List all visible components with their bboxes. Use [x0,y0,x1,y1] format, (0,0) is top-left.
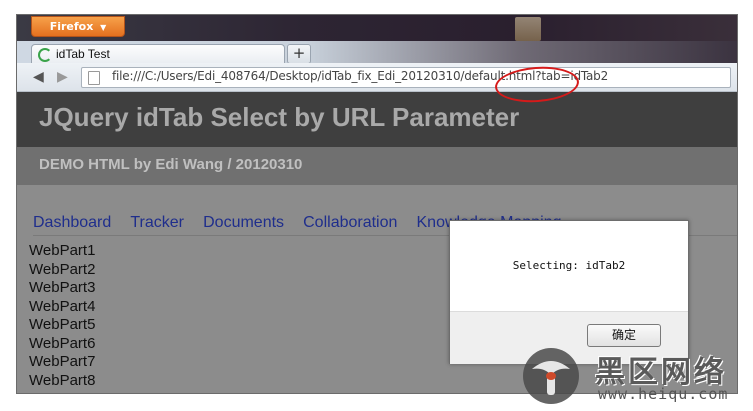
url-bar[interactable]: file:///C:/Users/Edi_408764/Desktop/idTa… [81,67,731,88]
tab-documents[interactable]: Documents [203,214,284,232]
watermark: 黑区网络 www.heiqu.com [520,345,753,411]
page-title: JQuery idTab Select by URL Parameter [39,102,520,132]
page-header: JQuery idTab Select by URL Parameter [17,92,737,147]
dropdown-arrow-icon: ▼ [100,23,107,32]
webpart-item: WebPart8 [29,371,96,389]
new-tab-button[interactable]: + [287,44,311,64]
dialog-message: Selecting: idTab2 [512,259,626,272]
tab-title: idTab Test [56,47,110,61]
webpart-item: WebPart6 [29,334,96,352]
tab-collaboration[interactable]: Collaboration [303,214,397,232]
webpart-item: WebPart1 [29,242,96,259]
watermark-url: www.heiqu.com [598,385,729,403]
tab-tracker[interactable]: Tracker [130,214,184,232]
back-arrow-icon[interactable]: ◀ [33,69,49,85]
loading-icon [38,48,52,62]
heiqu-logo-icon [523,348,579,404]
browser-tab[interactable]: idTab Test [31,44,285,64]
firefox-menu-button[interactable]: Firefox ▼ [31,16,125,37]
window-titlebar: Firefox ▼ [17,15,737,41]
desktop-folder-icon [515,17,541,41]
webpart-item: WebPart4 [29,297,96,315]
firefox-button-label: Firefox [49,20,94,33]
page-subtitle: DEMO HTML by Edi Wang / 20120310 [39,156,303,173]
tab-strip: idTab Test + [17,41,737,64]
ok-button[interactable]: 确定 [587,324,661,347]
webpart-item: WebPart2 [29,260,96,278]
navigation-bar: ◀ ▶ file:///C:/Users/Edi_408764/Desktop/… [17,63,737,92]
screenshot-frame: Firefox ▼ idTab Test + ◀ ▶ file:///C:/Us… [16,14,738,394]
page-icon [88,71,100,85]
webpart-item: WebPart3 [29,279,96,296]
webpart-item: WebPart5 [29,316,96,333]
page-subheader: DEMO HTML by Edi Wang / 20120310 [17,147,737,185]
tab-dashboard[interactable]: Dashboard [33,214,111,232]
alert-dialog: Selecting: idTab2 确定 [449,220,689,364]
webpart-list: WebPart1 WebPart2 WebPart3 WebPart4 WebP… [29,242,95,390]
forward-arrow-icon[interactable]: ▶ [57,69,73,85]
webpart-item: WebPart7 [29,353,96,370]
